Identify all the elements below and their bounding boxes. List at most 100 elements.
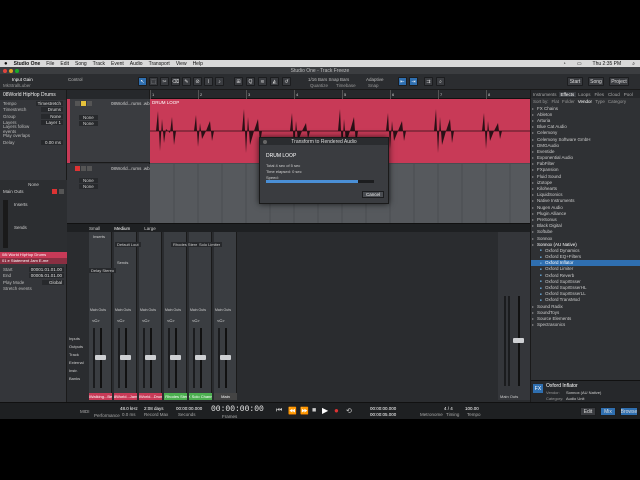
close-window-icon[interactable] (3, 68, 7, 73)
range-tool[interactable]: ⬚ (149, 77, 158, 86)
inserts-label[interactable]: Inserts (0, 202, 67, 207)
track-name[interactable]: 08World...rums .wb (111, 166, 150, 171)
event-row[interactable]: Stretch events (0, 286, 67, 293)
wifi-icon[interactable]: ◔ (563, 61, 566, 67)
menu-view[interactable]: View (176, 61, 187, 67)
track-mute-button[interactable] (75, 166, 80, 171)
snap-grid-button[interactable]: ⇤ (398, 77, 407, 86)
inspector-row[interactable]: Delay 0.00 ms (0, 139, 66, 146)
list-item[interactable]: Spectrasonics (531, 322, 640, 328)
edit-view-button[interactable]: Edit (580, 407, 596, 416)
strip-name[interactable]: Main (214, 393, 237, 400)
zoom-button[interactable]: ⌕ (436, 77, 445, 86)
strip-name[interactable]: 08Walking...Beat (89, 393, 112, 400)
strip-output[interactable]: Main Outs (140, 308, 156, 312)
menu-track[interactable]: Track (93, 61, 105, 67)
tab-pool[interactable]: Pool (622, 92, 635, 97)
listen-tool[interactable]: ♪ (215, 77, 224, 86)
strip-output[interactable]: Main Outs (115, 308, 131, 312)
tab-cloud[interactable]: Cloud (606, 92, 622, 97)
inspector-track-name[interactable]: 08World HipHop Drums (0, 90, 66, 100)
routing-instr[interactable]: Instr. (67, 368, 87, 376)
zoom-window-icon[interactable] (15, 68, 19, 73)
tab-instruments[interactable]: Instruments (531, 92, 559, 97)
track-record-button[interactable] (87, 101, 92, 106)
song-button[interactable]: Song (588, 77, 604, 86)
search-icon[interactable]: ⌕ (632, 61, 635, 67)
sort-type[interactable]: Type (595, 99, 605, 104)
volume-fader[interactable] (120, 355, 131, 360)
mixer-size-medium[interactable]: Medium (114, 226, 130, 231)
pan-knob[interactable]: <C> (92, 318, 100, 323)
paint-tool[interactable]: ✎ (182, 77, 191, 86)
clock[interactable]: Thu 2:35 PM (593, 61, 622, 67)
sends-label[interactable]: Sends (0, 225, 67, 230)
solo-button[interactable] (59, 189, 64, 194)
menu-audio[interactable]: Audio (130, 61, 143, 67)
main-fader[interactable] (513, 338, 524, 343)
split-tool[interactable]: ✂ (160, 77, 169, 86)
routing-external[interactable]: External (67, 360, 87, 368)
groove-button[interactable]: ≋ (258, 77, 267, 86)
track-solo-button[interactable] (81, 166, 86, 171)
routing-outputs[interactable]: Outputs (67, 344, 87, 352)
cancel-button[interactable]: Cancel (362, 191, 384, 198)
routing-banks[interactable]: Banks (67, 376, 87, 384)
snap-events-button[interactable]: ⇥ (409, 77, 418, 86)
inspector-fader[interactable] (3, 200, 8, 248)
track-name[interactable]: 08World...rums .wb (111, 101, 150, 106)
sort-vendor[interactable]: Vendor (578, 99, 592, 104)
sort-flat[interactable]: Flat (552, 99, 560, 104)
mixer-size-small[interactable]: Small (89, 226, 100, 231)
mixer-size-large[interactable]: Large (144, 226, 156, 231)
track-header-1[interactable]: 08World...rums .wb None None (67, 99, 150, 163)
tab-loops[interactable]: Loops (576, 92, 592, 97)
volume-fader[interactable] (95, 355, 106, 360)
battery-icon[interactable]: ▭ (577, 61, 582, 67)
sort-category[interactable]: Category (608, 99, 626, 104)
tempo-value[interactable]: 100.00 (465, 406, 479, 411)
sort-folder[interactable]: Folder (562, 99, 575, 104)
pan-knob[interactable]: <C> (117, 318, 125, 323)
menu-event[interactable]: Event (111, 61, 124, 67)
app-menu[interactable]: Studio One (14, 61, 41, 67)
send-slot[interactable]: Delay Stereo (89, 268, 117, 273)
loop-start[interactable]: 00:00:00.000 (370, 406, 396, 411)
timeline-ruler[interactable]: 1 2 3 4 5 6 7 8 (150, 90, 530, 99)
tab-files[interactable]: Files (592, 92, 606, 97)
stop-icon[interactable]: ■ (312, 407, 316, 414)
strip-output[interactable]: Main Outs (215, 308, 231, 312)
strip-name[interactable]: FX Solo Channel (189, 393, 212, 400)
start-button[interactable]: Start (567, 77, 583, 86)
mute-button[interactable] (52, 189, 57, 194)
menu-transport[interactable]: Transport (149, 61, 170, 67)
routing-track[interactable]: Track (67, 352, 87, 360)
metronome-button[interactable]: ◭ (270, 77, 279, 86)
browse-view-button[interactable]: Browse (620, 407, 638, 416)
rewind-start-icon[interactable]: ⏮ (276, 407, 282, 415)
arrow-tool[interactable]: ↖ (138, 77, 147, 86)
volume-fader[interactable] (145, 355, 156, 360)
mute-tool[interactable]: ⊘ (193, 77, 202, 86)
track-mute-button[interactable] (75, 101, 80, 106)
record-icon[interactable]: ● (334, 406, 339, 415)
strip-output[interactable]: Main Outs (90, 308, 106, 312)
loop-button[interactable]: ↺ (282, 77, 291, 86)
tab-effects[interactable]: Effects (558, 91, 577, 97)
time-signature[interactable]: 4 / 4 (444, 406, 453, 411)
mix-view-button[interactable]: Mix (600, 407, 616, 416)
track-solo-button[interactable] (81, 101, 86, 106)
inspector-output[interactable]: Main Outs (3, 189, 24, 194)
pan-knob[interactable]: <C> (192, 318, 200, 323)
snap-value[interactable]: Adaptive (366, 77, 384, 82)
track-mode[interactable]: None (79, 178, 98, 183)
snap-toggle[interactable]: ⊞ (234, 77, 243, 86)
pan-knob[interactable]: <C> (167, 318, 175, 323)
metronome-label[interactable]: Metronome (420, 412, 443, 417)
loop-end[interactable]: 00:00:05.000 (370, 412, 396, 417)
loop-icon[interactable]: ⟲ (346, 407, 352, 415)
menu-help[interactable]: Help (193, 61, 203, 67)
menu-file[interactable]: File (46, 61, 54, 67)
menu-song[interactable]: Song (75, 61, 87, 67)
apple-icon[interactable]: ● (4, 61, 8, 67)
